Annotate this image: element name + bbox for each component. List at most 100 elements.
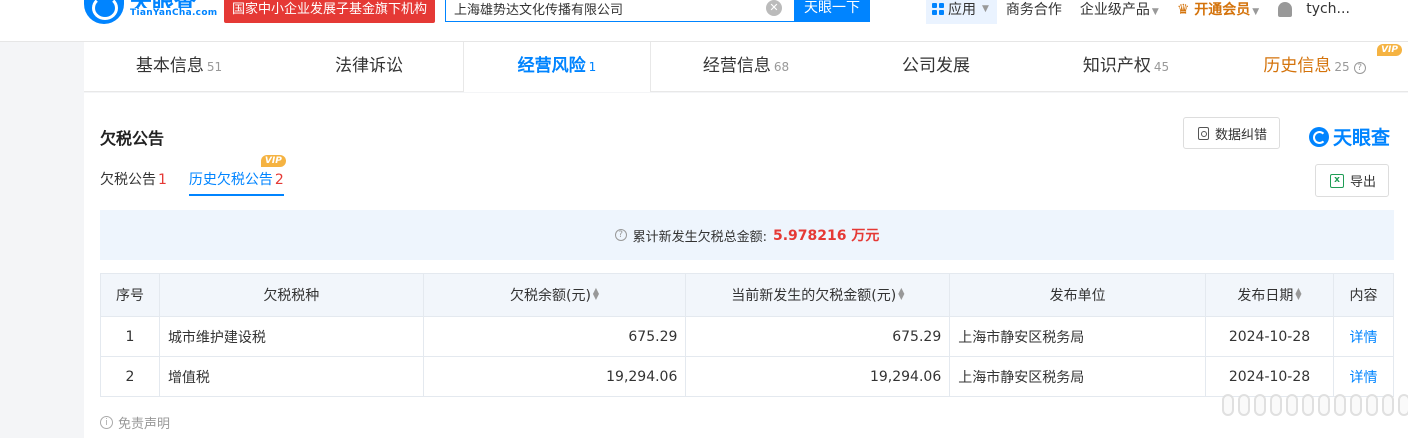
search-input[interactable] <box>454 0 764 21</box>
brand-name: 天眼查 <box>1333 127 1391 149</box>
subtab-label: 历史欠税公告 <box>188 172 273 188</box>
watermark-bar-icon <box>1334 394 1346 416</box>
watermark-bar-icon <box>1398 394 1408 416</box>
tab-count: 1 <box>588 60 597 74</box>
tab-business-risk[interactable]: 经营风险 1 <box>463 42 651 92</box>
tab-ip[interactable]: 知识产权 45 <box>1031 42 1221 92</box>
cell-unit: 上海市静安区税务局 <box>949 316 1207 357</box>
col-index: 序号 <box>100 273 160 317</box>
watermark-bar-icon <box>1350 394 1362 416</box>
logo-domain: TianYanCha.com <box>130 8 218 18</box>
col-new-amount-label: 当前新发生的欠税金额(元) <box>731 288 897 304</box>
watermark-bar-icon <box>1318 394 1330 416</box>
cell-balance: 19,294.06 <box>422 356 687 397</box>
col-tax-type: 欠税税种 <box>158 273 424 317</box>
top-header: 天眼查 TianYanCha.com 国家中小企业发展子基金旗下机构 ✕ 天眼一… <box>0 0 1408 42</box>
bell-icon[interactable] <box>1278 1 1293 17</box>
tab-count: 45 <box>1153 60 1170 74</box>
tab-count: 25 <box>1334 60 1350 74</box>
tianyancha-logo[interactable]: 天眼查 TianYanCha.com <box>84 0 217 24</box>
vip-badge: VIP <box>1377 44 1402 56</box>
watermark-bar-icon <box>1382 394 1394 416</box>
logo-mark-icon <box>84 0 124 24</box>
tab-label: 经营信息 <box>702 56 771 76</box>
cell-index: 1 <box>100 316 160 357</box>
watermark-bar-icon <box>1222 394 1234 416</box>
top-nav: 应用 ▼ 商务合作 企业级产品 ▼ ♛ 开通会员 ▼ tych... <box>926 0 1350 24</box>
brand-logo-icon <box>1309 126 1329 147</box>
subtab-count: 2 <box>274 172 284 188</box>
section-title: 欠税公告 <box>100 129 165 148</box>
search-button[interactable]: 天眼一下 <box>794 0 870 22</box>
business-link[interactable]: 商务合作 <box>997 0 1071 19</box>
subtab-tax-arrears[interactable]: 欠税公告 1 <box>100 169 167 196</box>
watermark-bar-icon <box>1286 394 1298 416</box>
correction-icon <box>1198 126 1209 140</box>
tab-label: 经营风险 <box>517 56 586 76</box>
fund-badge[interactable]: 国家中小企业发展子基金旗下机构 <box>224 0 436 23</box>
sort-icon[interactable]: ▲ ▼ <box>898 287 904 301</box>
tab-count: 68 <box>773 60 790 74</box>
help-icon: ? <box>1353 62 1366 74</box>
col-new-amount[interactable]: 当前新发生的欠税金额(元) ▲ ▼ <box>685 273 951 317</box>
tax-arrears-panel: 欠税公告 数据纠错 天眼查 欠税公告 1 历史欠税公告 2 VIP x 导出 ? 累… <box>84 93 1408 438</box>
detail-link[interactable]: 详情 <box>1332 316 1395 357</box>
tab-label: 公司发展 <box>902 56 970 76</box>
cell-tax-type: 增值税 <box>158 356 424 397</box>
tab-development[interactable]: 公司发展 <box>841 42 1031 92</box>
cell-unit: 上海市静安区税务局 <box>949 356 1207 397</box>
vip-menu[interactable]: ♛ 开通会员 ▼ <box>1168 0 1268 19</box>
sort-icon[interactable]: ▲ ▼ <box>593 287 599 301</box>
vip-badge: VIP <box>260 155 286 167</box>
bottom-right-watermark <box>1222 394 1408 416</box>
col-unit: 发布单位 <box>949 273 1207 317</box>
grid-icon <box>932 3 944 15</box>
sub-tabs: 欠税公告 1 历史欠税公告 2 VIP <box>100 155 286 196</box>
search-box: ✕ <box>445 0 795 22</box>
watermark-bar-icon <box>1302 394 1314 416</box>
brand-watermark: 天眼查 <box>1309 123 1390 150</box>
tab-legal[interactable]: 法律诉讼 <box>274 42 464 92</box>
crown-icon: ♛ <box>1176 2 1190 18</box>
tax-table: 序号 欠税税种 欠税余额(元) ▲ ▼ 当前新发生的欠税金额(元) ▲ ▼ 发布单位 发… <box>100 273 1395 397</box>
subtab-history-tax-arrears[interactable]: 历史欠税公告 2 VIP <box>188 155 286 196</box>
tab-label: 基本信息 <box>135 56 204 76</box>
detail-link[interactable]: 详情 <box>1332 356 1395 397</box>
clear-icon[interactable]: ✕ <box>766 0 782 16</box>
user-menu[interactable]: tych... <box>1306 1 1350 17</box>
excel-icon: x <box>1330 173 1344 188</box>
app-menu[interactable]: 应用 ▼ <box>926 0 997 24</box>
cell-date: 2024-10-28 <box>1205 316 1334 357</box>
subtab-label: 欠税公告 <box>100 172 156 188</box>
main-tabs: 基本信息 51 法律诉讼 经营风险 1 经营信息 68 公司发展 知识产权 45 历史信… <box>84 42 1408 92</box>
sort-icon[interactable]: ▲ ▼ <box>1295 287 1301 301</box>
tab-label: 法律诉讼 <box>335 56 403 76</box>
col-balance-label: 欠税余额(元) <box>509 288 591 304</box>
correction-label: 数据纠错 <box>1215 127 1268 143</box>
enterprise-menu[interactable]: 企业级产品 ▼ <box>1071 0 1168 19</box>
app-menu-label: 应用 <box>948 2 976 18</box>
export-button[interactable]: x 导出 <box>1315 164 1390 197</box>
info-icon: i <box>100 416 113 429</box>
col-date[interactable]: 发布日期 ▲ ▼ <box>1205 273 1334 317</box>
cell-tax-type: 城市维护建设税 <box>158 316 424 357</box>
export-label: 导出 <box>1350 175 1377 190</box>
caret-down-icon: ▼ <box>1252 7 1260 17</box>
logo-name: 天眼查 <box>130 0 217 8</box>
summary-bar: ? 累计新发生欠税总金额: 5.978216 万元 <box>100 210 1394 260</box>
col-balance[interactable]: 欠税余额(元) ▲ ▼ <box>422 273 687 317</box>
watermark-bar-icon <box>1238 394 1250 416</box>
tab-history[interactable]: 历史信息 25? VIP <box>1221 42 1408 92</box>
tab-basic-info[interactable]: 基本信息 51 <box>84 42 274 92</box>
data-correction-button[interactable]: 数据纠错 <box>1183 117 1281 149</box>
enterprise-menu-label: 企业级产品 <box>1079 2 1150 18</box>
vip-menu-label: 开通会员 <box>1194 2 1251 18</box>
tab-business-info[interactable]: 经营信息 68 <box>651 42 841 92</box>
help-icon[interactable]: ? <box>614 229 627 241</box>
disclaimer-link[interactable]: i 免责声明 <box>100 413 170 432</box>
caret-down-icon: ▼ <box>1151 7 1159 17</box>
tab-label: 历史信息 <box>1263 56 1332 76</box>
col-date-label: 发布日期 <box>1237 288 1294 304</box>
table-row: 1 城市维护建设税 675.29 675.29 上海市静安区税务局 2024-1… <box>100 316 1395 357</box>
watermark-bar-icon <box>1366 394 1378 416</box>
